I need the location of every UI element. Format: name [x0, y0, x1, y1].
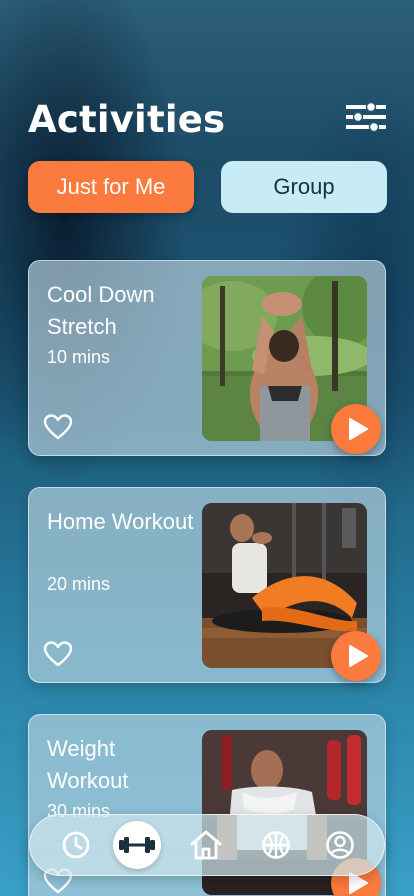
clock-icon [62, 831, 90, 859]
sliders-icon [345, 101, 387, 133]
activity-title: Cool Down Stretch [47, 282, 155, 339]
favorite-button[interactable] [43, 413, 73, 441]
tab-just-for-me[interactable]: Just for Me [28, 161, 194, 213]
play-button[interactable] [331, 631, 381, 681]
favorite-button[interactable] [43, 640, 73, 668]
play-button[interactable] [331, 404, 381, 454]
ball-icon [262, 831, 290, 859]
home-icon [190, 830, 222, 860]
nav-workouts[interactable] [113, 821, 161, 869]
heart-icon [43, 641, 73, 667]
status-bar [0, 0, 414, 44]
activity-duration: 20 mins [47, 574, 111, 594]
nav-sports[interactable] [252, 821, 300, 869]
activity-card[interactable]: Home Workout 20 mins [28, 487, 386, 683]
filter-button[interactable] [345, 101, 387, 133]
activity-duration: 10 mins [47, 347, 111, 367]
tab-group[interactable]: Group [221, 161, 387, 213]
play-icon [349, 645, 368, 667]
nav-profile[interactable] [316, 821, 364, 869]
profile-icon [326, 831, 354, 859]
bottom-nav [29, 814, 385, 876]
activity-card[interactable]: Cool Down Stretch 10 mins [28, 260, 386, 456]
nav-history[interactable] [52, 821, 100, 869]
activity-title: Home Workout [47, 509, 194, 534]
nav-home[interactable] [182, 821, 230, 869]
heart-icon [43, 414, 73, 440]
dumbbell-icon [119, 837, 155, 853]
page-title: Activities [28, 98, 226, 141]
activity-title: Weight Workout [47, 736, 129, 793]
play-icon [349, 418, 368, 440]
